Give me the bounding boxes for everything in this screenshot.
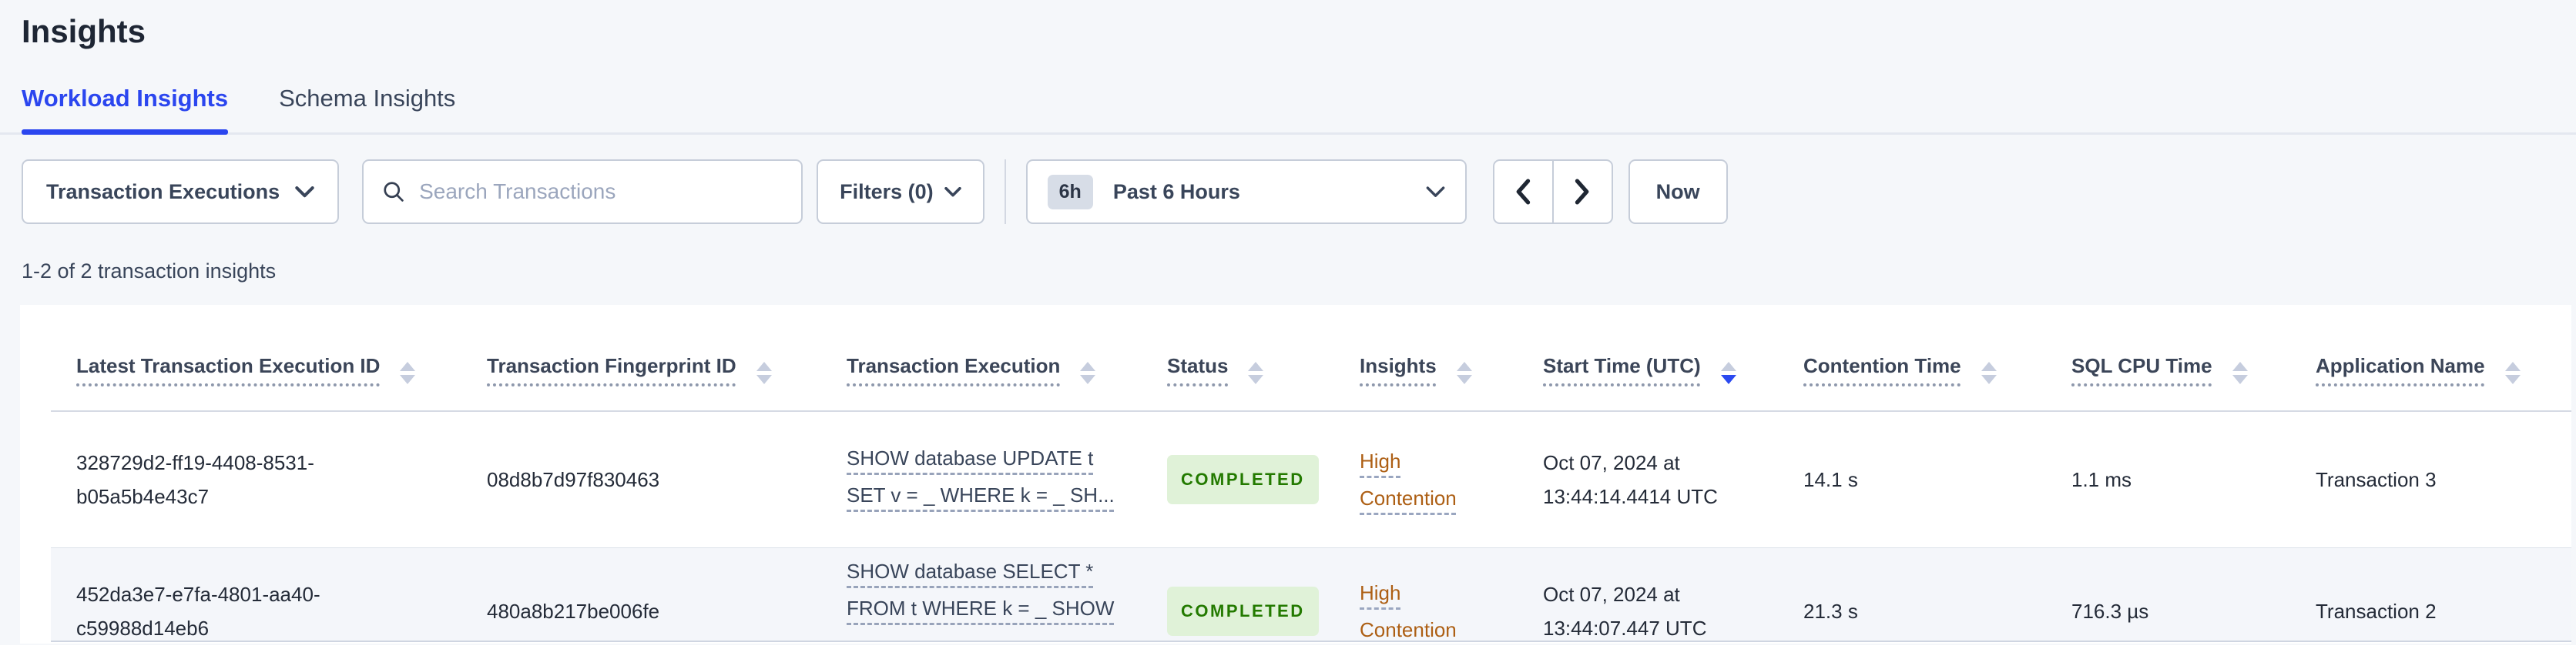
cell-transaction-execution: SHOW database SELECT * FROM t WHERE k = … [821,547,1142,641]
cell-sql-cpu-time: 1.1 ms [2046,410,2290,548]
cell-transaction-execution: SHOW database UPDATE t SET v = _ WHERE k… [821,410,1142,548]
transaction-execution-link[interactable]: ... [847,634,864,641]
status-badge: COMPLETED [1167,587,1319,636]
execution-type-dropdown[interactable]: Transaction Executions [22,159,340,224]
chevron-down-icon [944,186,961,197]
now-button-label: Now [1655,179,1700,203]
column-header-application-name: Application Name [2290,311,2571,412]
chevron-right-icon [1573,178,1592,206]
chevron-down-icon [295,186,314,198]
sort-icon[interactable] [2232,362,2248,384]
transaction-execution-link[interactable]: FROM t WHERE k = _ SHOW [847,597,1114,620]
tab-schema-insights[interactable]: Schema Insights [279,85,455,132]
cell-contention-time: 21.3 s [1778,547,2046,641]
status-badge: COMPLETED [1167,455,1319,504]
cell-contention-time: 14.1 s [1778,410,2046,548]
sort-icon[interactable] [2504,362,2521,384]
high-contention-link[interactable]: High Contention [1360,443,1494,517]
search-icon [382,180,405,203]
insights-page: Insights Workload Insights Schema Insigh… [0,0,2576,659]
cell-execution-id: 328729d2-ff19-4408-8531- b05a5b4e43c7 [51,410,461,548]
transaction-execution-link[interactable]: SET v = _ WHERE k = _ SH... [847,483,1115,507]
chevron-left-icon [1514,178,1532,206]
cell-insights: High Contention [1334,410,1518,548]
cell-fingerprint-id: 480a8b217be006fe [461,547,821,641]
sort-icon[interactable] [756,362,772,384]
page-title: Insights [22,13,146,49]
results-summary: 1-2 of 2 transaction insights [22,259,277,283]
transaction-execution-link[interactable]: SHOW database UPDATE t [847,447,1093,470]
sort-icon[interactable] [1456,362,1472,384]
bottom-strip [0,645,2576,659]
column-header-transaction-execution: Transaction Execution [821,311,1142,412]
column-header-insights: Insights [1334,311,1518,412]
insights-table-card: Latest Transaction Execution ID Transact… [20,305,2571,644]
time-range-arrows [1492,159,1613,224]
sort-icon[interactable] [1080,362,1096,384]
cell-insights: High Contention [1334,547,1518,641]
execution-type-dropdown-label: Transaction Executions [46,179,280,203]
column-header-status: Status [1142,311,1334,412]
tab-workload-insights[interactable]: Workload Insights [22,85,229,135]
column-header-contention-time: Contention Time [1778,311,2046,412]
tab-bar: Workload Insights Schema Insights [0,85,2576,135]
column-header-sql-cpu-time: SQL CPU Time [2046,311,2290,412]
cell-start-time: Oct 07, 2024 at 13:44:07.447 UTC [1518,547,1778,641]
search-box[interactable] [362,159,803,224]
sort-icon[interactable] [1248,362,1264,384]
high-contention-link[interactable]: High Contention [1360,574,1494,641]
cell-application-name: Transaction 3 [2290,410,2571,548]
cell-start-time: Oct 07, 2024 at 13:44:14.4414 UTC [1518,410,1778,548]
toolbar: Transaction Executions Filters (0) 6h Pa… [22,159,2576,224]
cell-fingerprint-id: 08d8b7d97f830463 [461,410,821,548]
cell-sql-cpu-time: 716.3 µs [2046,547,2290,641]
transaction-insights-table: Latest Transaction Execution ID Transact… [51,311,2571,641]
column-header-start-time: Start Time (UTC) [1518,311,1778,412]
column-header-fingerprint-id: Transaction Fingerprint ID [461,311,821,412]
transaction-execution-link[interactable]: SHOW database SELECT * [847,560,1093,583]
time-range-badge: 6h [1047,174,1093,209]
time-range-picker[interactable]: 6h Past 6 Hours [1025,159,1467,224]
column-header-latest-execution-id: Latest Transaction Execution ID [51,311,461,412]
table-row: 328729d2-ff19-4408-8531- b05a5b4e43c7 08… [51,410,2571,548]
sort-icon-active-desc[interactable] [1720,362,1736,384]
table-row: 452da3e7-e7fa-4801-aa40- c59988d14eb6 48… [51,547,2571,641]
next-range-button[interactable] [1551,159,1613,224]
chevron-down-icon [1426,186,1445,198]
search-input[interactable] [419,179,783,204]
now-button[interactable]: Now [1628,159,1728,224]
insights-table-wrap: Latest Transaction Execution ID Transact… [51,311,2571,642]
table-header-row: Latest Transaction Execution ID Transact… [51,311,2571,412]
previous-range-button[interactable] [1492,159,1554,224]
cell-application-name: Transaction 2 [2290,547,2571,641]
cell-status: COMPLETED [1142,410,1334,548]
cell-status: COMPLETED [1142,547,1334,641]
filters-button[interactable]: Filters (0) [817,159,984,224]
time-range-label: Past 6 Hours [1112,179,1240,203]
sort-icon[interactable] [400,362,416,384]
filters-button-label: Filters (0) [840,179,934,203]
sort-icon[interactable] [1981,362,1997,384]
cell-execution-id: 452da3e7-e7fa-4801-aa40- c59988d14eb6 [51,547,461,641]
toolbar-divider [1004,159,1006,224]
